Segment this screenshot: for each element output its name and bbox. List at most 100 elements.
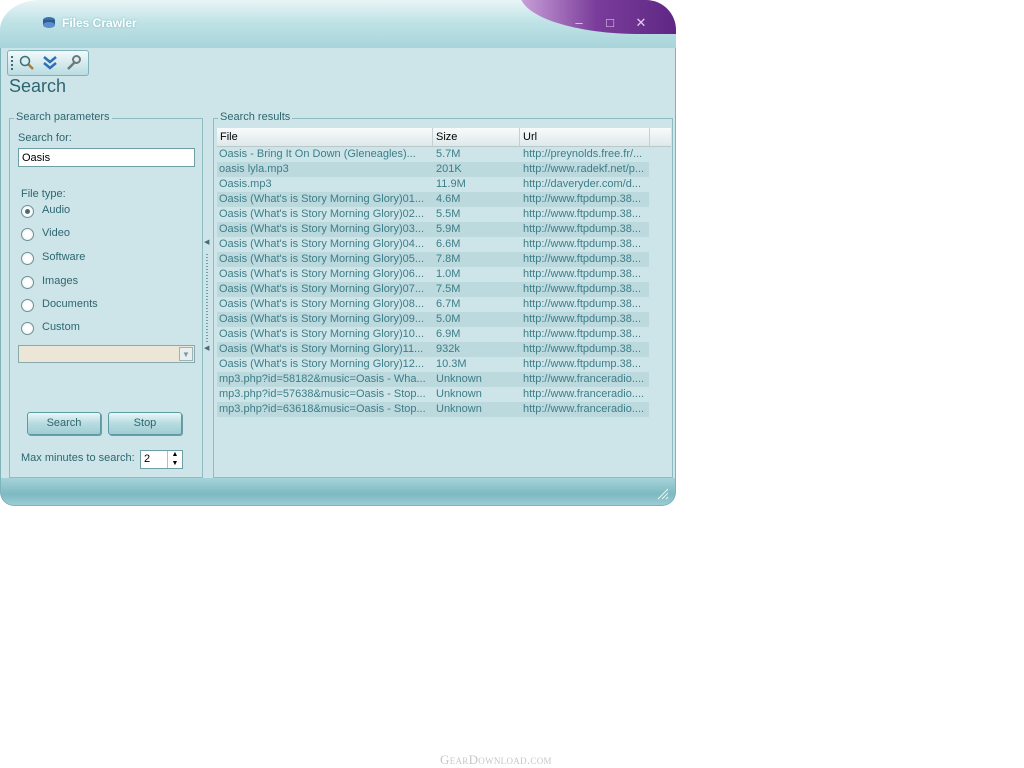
chevron-down-icon[interactable]: ▼ xyxy=(179,347,193,361)
radio-button[interactable] xyxy=(21,322,34,335)
table-row[interactable]: Oasis (What's is Story Morning Glory)05.… xyxy=(217,252,649,267)
cell-url: http://www.ftpdump.38... xyxy=(523,328,642,340)
cell-size: 6.9M xyxy=(436,328,461,340)
cell-url: http://www.ftpdump.38... xyxy=(523,223,642,235)
cell-file: oasis lyla.mp3 xyxy=(219,163,289,175)
wrench-icon[interactable] xyxy=(64,54,82,72)
table-row[interactable]: Oasis (What's is Story Morning Glory)04.… xyxy=(217,237,649,252)
table-row[interactable]: Oasis (What's is Story Morning Glory)10.… xyxy=(217,327,649,342)
table-row[interactable]: mp3.php?id=57638&music=Oasis - Stop... Un… xyxy=(217,387,649,402)
cell-size: 7.8M xyxy=(436,253,461,265)
table-row[interactable]: Oasis (What's is Story Morning Glory)11.… xyxy=(217,342,649,357)
results-rows: Oasis - Bring It On Down (Gleneagles)...… xyxy=(217,147,671,417)
table-row[interactable]: mp3.php?id=63618&music=Oasis - Stop... Un… xyxy=(217,402,649,417)
collapse-left-icon[interactable]: ◀ xyxy=(204,344,209,352)
maximize-button[interactable]: □ xyxy=(602,16,618,30)
table-row[interactable]: Oasis - Bring It On Down (Gleneagles)...… xyxy=(217,147,649,162)
cell-size: 6.6M xyxy=(436,238,461,250)
minimize-button[interactable]: – xyxy=(571,16,587,30)
radio-label: Images xyxy=(42,275,79,287)
cell-file: mp3.php?id=57638&music=Oasis - Stop... xyxy=(219,388,426,400)
toolbar xyxy=(7,50,89,76)
stepper-buttons: ▲ ▼ xyxy=(167,451,182,468)
cell-file: Oasis (What's is Story Morning Glory)01.… xyxy=(219,193,425,205)
table-row[interactable]: Oasis.mp3 11.9M http://daveryder.com/d... xyxy=(217,177,649,192)
cell-url: http://www.ftpdump.38... xyxy=(523,358,642,370)
table-row[interactable]: Oasis (What's is Story Morning Glory)03.… xyxy=(217,222,649,237)
toolbar-grip[interactable] xyxy=(11,56,13,70)
cell-size: 11.9M xyxy=(436,178,466,190)
search-parameters-legend: Search parameters xyxy=(14,111,112,123)
minimize-icon: – xyxy=(575,15,583,30)
cell-size: 6.7M xyxy=(436,298,461,310)
title-bar[interactable]: Files Crawler – □ ✕ xyxy=(0,0,676,50)
collapse-left-icon[interactable]: ◀ xyxy=(204,238,209,246)
table-row[interactable]: Oasis (What's is Story Morning Glory)06.… xyxy=(217,267,649,282)
stepper-down-icon[interactable]: ▼ xyxy=(168,460,182,468)
cell-url: http://www.franceradio.... xyxy=(523,403,645,415)
custom-type-dropdown[interactable]: ▼ xyxy=(18,345,195,363)
stepper-up-icon[interactable]: ▲ xyxy=(168,451,182,459)
radio-button[interactable] xyxy=(21,276,34,289)
cell-size: Unknown xyxy=(436,403,482,415)
search-results-legend: Search results xyxy=(218,111,293,123)
table-row[interactable]: Oasis (What's is Story Morning Glory)09.… xyxy=(217,312,649,327)
cell-url: http://www.ftpdump.38... xyxy=(523,343,642,355)
cell-file: Oasis (What's is Story Morning Glory)12.… xyxy=(219,358,425,370)
resize-grip-icon[interactable] xyxy=(655,486,669,500)
page-title: Search xyxy=(9,76,67,96)
radio-label: Documents xyxy=(42,298,98,310)
cell-size: 1.0M xyxy=(436,268,461,280)
panel-splitter[interactable]: ◀ ◀ xyxy=(204,238,210,358)
cell-url: http://www.ftpdump.38... xyxy=(523,283,642,295)
table-row[interactable]: oasis lyla.mp3 201K http://www.radekf.net/… xyxy=(217,162,649,177)
table-row[interactable]: Oasis (What's is Story Morning Glory)12.… xyxy=(217,357,649,372)
max-minutes-stepper[interactable]: 2 ▲ ▼ xyxy=(140,450,183,469)
radio-button[interactable] xyxy=(21,299,34,312)
cell-file: Oasis (What's is Story Morning Glory)05.… xyxy=(219,253,425,265)
splitter-grip xyxy=(206,254,208,342)
radio-button[interactable] xyxy=(21,252,34,265)
close-icon: ✕ xyxy=(635,15,647,30)
cell-size: Unknown xyxy=(436,373,482,385)
table-row[interactable]: Oasis (What's is Story Morning Glory)07.… xyxy=(217,282,649,297)
window-title: Files Crawler xyxy=(62,16,137,30)
table-row[interactable]: Oasis (What's is Story Morning Glory)08.… xyxy=(217,297,649,312)
search-icon[interactable] xyxy=(18,54,36,72)
max-minutes-label: Max minutes to search: xyxy=(21,452,135,464)
app-window: Files Crawler – □ ✕ Search Search parame… xyxy=(0,0,676,506)
table-row[interactable]: mp3.php?id=58182&music=Oasis - Wha... Unk… xyxy=(217,372,649,387)
cell-file: Oasis (What's is Story Morning Glory)06.… xyxy=(219,268,425,280)
search-for-label: Search for: xyxy=(18,132,72,144)
search-button[interactable]: Search xyxy=(27,412,101,435)
column-header-url[interactable]: Url xyxy=(520,128,650,146)
close-button[interactable]: ✕ xyxy=(633,16,649,30)
cell-size: 7.5M xyxy=(436,283,461,295)
max-minutes-value[interactable]: 2 xyxy=(144,453,150,465)
cell-url: http://daveryder.com/d... xyxy=(523,178,642,190)
cell-file: Oasis (What's is Story Morning Glory)03.… xyxy=(219,223,425,235)
column-header-file[interactable]: File xyxy=(217,128,433,146)
chevrons-down-icon[interactable] xyxy=(41,54,59,72)
cell-url: http://www.ftpdump.38... xyxy=(523,208,642,220)
radio-button[interactable] xyxy=(21,228,34,241)
table-header: File Size Url xyxy=(217,128,671,147)
table-row[interactable]: Oasis (What's is Story Morning Glory)01.… xyxy=(217,192,649,207)
cell-size: 932k xyxy=(436,343,460,355)
maximize-icon: □ xyxy=(606,15,614,30)
search-input[interactable] xyxy=(18,148,195,167)
cell-url: http://www.franceradio.... xyxy=(523,373,645,385)
cell-url: http://preynolds.free.fr/... xyxy=(523,148,643,160)
file-type-label: File type: xyxy=(21,188,66,200)
app-icon xyxy=(43,17,55,28)
status-bar xyxy=(0,478,676,506)
cell-size: 10.3M xyxy=(436,358,467,370)
column-header-size[interactable]: Size xyxy=(433,128,520,146)
cell-url: http://www.ftpdump.38... xyxy=(523,253,642,265)
radio-button[interactable] xyxy=(21,205,34,218)
stop-button[interactable]: Stop xyxy=(108,412,182,435)
watermark: GearDownload.com xyxy=(440,752,552,767)
cell-file: mp3.php?id=63618&music=Oasis - Stop... xyxy=(219,403,426,415)
table-row[interactable]: Oasis (What's is Story Morning Glory)02.… xyxy=(217,207,649,222)
cell-url: http://www.ftpdump.38... xyxy=(523,313,642,325)
